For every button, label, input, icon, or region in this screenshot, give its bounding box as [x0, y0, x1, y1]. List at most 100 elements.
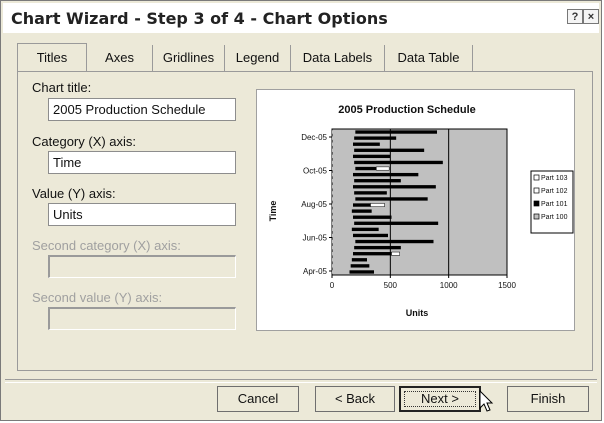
second-value-axis-input [48, 307, 236, 330]
bar-segment-part-101 [355, 239, 434, 244]
bar-segment-part-100 [332, 203, 353, 207]
window-title: Chart Wizard - Step 3 of 4 - Chart Optio… [11, 9, 388, 28]
legend-label: Part 103 [541, 175, 568, 182]
bar-segment-part-101 [353, 185, 436, 189]
second-value-axis-label: Second value (Y) axis: [32, 290, 163, 305]
chart-title: 2005 Production Schedule [338, 104, 476, 116]
bar-segment-part-100 [332, 252, 353, 256]
bar-segment-part-100 [332, 136, 355, 140]
help-button[interactable]: ? [567, 9, 583, 24]
legend-swatch [533, 174, 540, 181]
bar-segment-part-101 [355, 166, 377, 171]
tab-data-table[interactable]: Data Table [385, 45, 473, 71]
bar-segment-part-100 [332, 270, 350, 274]
bar-segment-part-101 [353, 203, 371, 207]
second-category-axis-input [48, 255, 236, 278]
tab-data-labels[interactable]: Data Labels [291, 45, 385, 71]
value-axis-label: Value (Y) axis: [32, 186, 116, 201]
bar-segment-part-101 [351, 209, 372, 213]
legend-label: Part 101 [541, 201, 568, 208]
plot-area: 0 500 1000 1500 Apr-05 Jun-05 Aug-05 Oct-05 Dec-… [301, 128, 516, 290]
tab-legend[interactable]: Legend [225, 45, 291, 71]
bar-segment-part-101 [354, 245, 401, 250]
bar-segment-part-101 [353, 215, 392, 219]
bar-segment-part-101 [354, 136, 397, 140]
bar-segment-part-100 [332, 233, 353, 238]
bar-segment-part-100 [332, 245, 355, 250]
bar-segment-part-101 [354, 148, 425, 152]
y-tick-label: Oct-05 [303, 167, 328, 176]
close-button[interactable]: × [583, 9, 599, 24]
y-axis-title: Time [268, 201, 278, 222]
legend-swatch [533, 213, 540, 220]
y-tick-label: Dec-05 [301, 133, 327, 142]
title-bar: Chart Wizard - Step 3 of 4 - Chart Optio… [3, 3, 599, 33]
bar-segment-part-100 [332, 227, 352, 232]
bar-segment-part-100 [332, 215, 353, 219]
tab-titles[interactable]: Titles [17, 43, 87, 73]
category-axis-label: Category (X) axis: [32, 134, 137, 149]
legend: Part 103 Part 102 Part 101 Part 100 [530, 170, 574, 234]
bar-segment-part-101 [355, 197, 428, 201]
bar-segment-part-100 [332, 179, 355, 183]
x-tick-label: 0 [330, 281, 335, 290]
bar-segment-part-100 [332, 221, 355, 225]
bar-segment-part-101 [354, 191, 387, 195]
chart-title-input[interactable]: 2005 Production Schedule [48, 98, 236, 121]
focus-rect [404, 391, 476, 407]
bar-segment-part-101 [354, 160, 443, 165]
bar-segment-part-100 [332, 160, 355, 165]
bar-segment-part-101 [351, 227, 379, 232]
bar-segment-part-101 [353, 172, 419, 177]
category-axis-input[interactable]: Time [48, 151, 236, 174]
bar-segment-part-101 [354, 221, 439, 225]
chart-preview: 2005 Production Schedule Time Units 0 500… [256, 89, 575, 331]
button-separator [5, 379, 597, 383]
bar-segment-part-101 [353, 233, 388, 238]
x-tick-label: 500 [384, 281, 398, 290]
bar-segment-part-100 [332, 172, 353, 177]
legend-label: Part 102 [541, 188, 568, 195]
bar-segment-part-100 [332, 185, 353, 189]
x-axis-title: Units [406, 308, 429, 318]
bar-segment-part-102 [370, 203, 385, 207]
bar-segment-part-101 [349, 270, 374, 274]
bar-segment-part-100 [332, 209, 352, 213]
cancel-button[interactable]: Cancel [217, 386, 299, 412]
bar-segment-part-101 [353, 252, 392, 256]
bar-segment-part-100 [332, 148, 355, 152]
chart-title-label: Chart title: [32, 80, 92, 95]
next-button[interactable]: Next > [399, 386, 481, 412]
bar-segment-part-102 [391, 251, 400, 256]
mouse-pointer-icon [479, 390, 494, 412]
finish-button[interactable]: Finish [507, 386, 589, 412]
back-button[interactable]: < Back [315, 386, 395, 412]
legend-label: Part 100 [541, 214, 568, 221]
bar-segment-part-101 [353, 154, 391, 159]
chart-wizard-dialog: Chart Wizard - Step 3 of 4 - Chart Optio… [0, 0, 602, 421]
tab-axes[interactable]: Axes [87, 45, 153, 71]
bar-segment-part-101 [355, 130, 437, 134]
value-axis-input[interactable]: Units [48, 203, 236, 226]
bar-segment-part-101 [350, 264, 370, 268]
bar-segment-part-100 [332, 239, 356, 244]
bar-segment-part-102 [376, 166, 390, 171]
bar-segment-part-101 [353, 142, 380, 146]
bar-segment-part-100 [332, 264, 351, 268]
bar-segment-part-101 [354, 179, 401, 183]
second-category-axis-label: Second category (X) axis: [32, 238, 181, 253]
legend-swatch [533, 187, 540, 194]
x-tick-label: 1500 [498, 281, 516, 290]
bar-segment-part-100 [332, 258, 352, 262]
bar-segment-part-100 [332, 197, 356, 201]
bar-segment-part-100 [332, 191, 355, 195]
y-tick-label: Jun-05 [303, 234, 328, 243]
bar-segment-part-100 [332, 154, 353, 159]
legend-swatch [533, 200, 540, 207]
chart-svg: 2005 Production Schedule Time Units 0 500… [268, 104, 574, 318]
y-tick-label: Apr-05 [303, 267, 328, 276]
bar-segment-part-100 [332, 166, 356, 171]
bar-segment-part-101 [351, 258, 367, 262]
tab-gridlines[interactable]: Gridlines [153, 45, 225, 71]
bar-segment-part-100 [332, 130, 356, 134]
